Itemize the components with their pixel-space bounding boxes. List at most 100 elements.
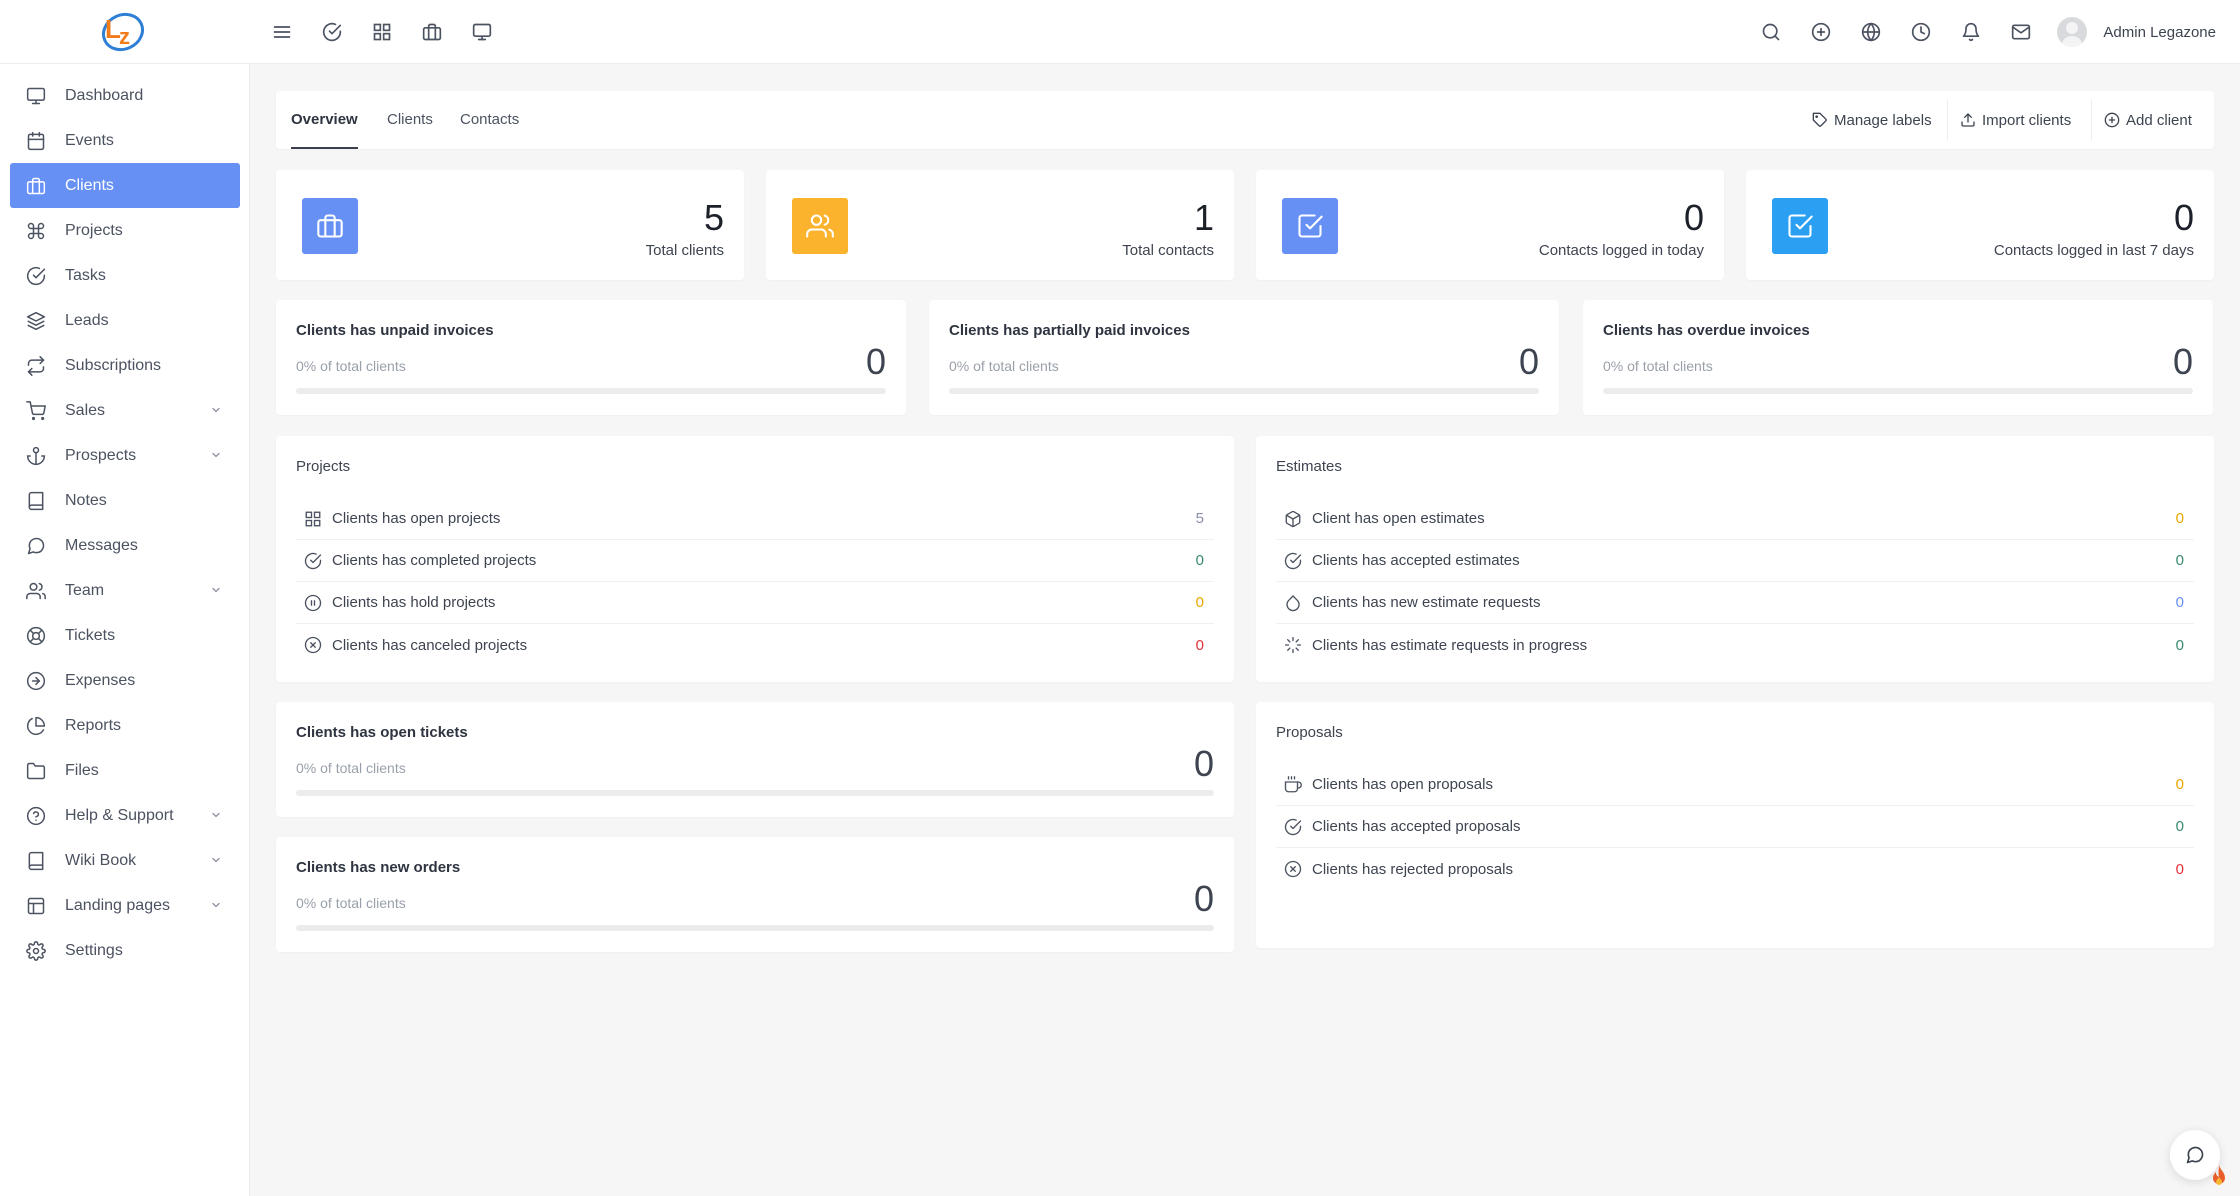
add-client-button[interactable]: Add client (2100, 105, 2196, 135)
list-item-value: 0 (2175, 552, 2184, 569)
sidebar: Dashboard Events Clients Projects Tasks … (0, 64, 250, 1196)
open-tickets-card[interactable]: Clients has open tickets 0% of total cli… (276, 702, 1234, 817)
svg-text:z: z (119, 24, 130, 49)
card-subtitle: 0% of total clients (296, 358, 406, 374)
sidebar-item-reports[interactable]: Reports (10, 703, 240, 748)
new-orders-card[interactable]: Clients has new orders 0% of total clien… (276, 837, 1234, 952)
proposals-panel: Proposals Clients has open proposals 0 C… (1256, 702, 2214, 948)
tab-clients[interactable]: Clients (387, 91, 433, 149)
list-item[interactable]: Clients has accepted estimates 0 (1276, 540, 2194, 582)
flame-icon[interactable] (2206, 1163, 2232, 1191)
progress-bar (296, 790, 1214, 796)
sidebar-item-team[interactable]: Team (10, 568, 240, 613)
stat-label: Contacts logged in today (1538, 242, 1704, 259)
card-title: Clients has unpaid invoices (296, 322, 494, 339)
sidebar-item-messages[interactable]: Messages (10, 523, 240, 568)
progress-bar (949, 388, 1539, 394)
sidebar-item-label: Landing pages (65, 896, 170, 914)
sidebar-item-subscriptions[interactable]: Subscriptions (10, 343, 240, 388)
sidebar-item-notes[interactable]: Notes (10, 478, 240, 523)
plus-circle-icon[interactable] (1808, 19, 1834, 45)
sidebar-item-dashboard[interactable]: Dashboard (10, 73, 240, 118)
sidebar-item-sales[interactable]: Sales (10, 388, 240, 433)
box-icon (1284, 510, 1302, 528)
logo[interactable]: L z (98, 8, 148, 54)
grid-icon[interactable] (369, 19, 395, 45)
list-item-label: Clients has open proposals (1312, 776, 1493, 793)
stat-card-total-clients[interactable]: 5 Total clients (276, 170, 744, 280)
check-circle-icon (1284, 552, 1302, 570)
settings-icon (25, 940, 47, 962)
sidebar-item-landing-pages[interactable]: Landing pages (10, 883, 240, 928)
command-icon (25, 220, 47, 242)
repeat-icon (25, 355, 47, 377)
list-item[interactable]: Clients has open projects 5 (296, 498, 1214, 540)
add-client-label: Add client (2126, 111, 2192, 129)
list-item[interactable]: Clients has rejected proposals 0 (1276, 848, 2194, 890)
users-icon (792, 198, 848, 254)
list-item[interactable]: Clients has hold projects 0 (296, 582, 1214, 624)
card-value: 0 (1193, 878, 1214, 919)
user-menu[interactable]: Admin Legazone (2057, 16, 2216, 48)
import-clients-button[interactable]: Import clients (1956, 105, 2075, 135)
sidebar-item-projects[interactable]: Projects (10, 208, 240, 253)
sidebar-item-leads[interactable]: Leads (10, 298, 240, 343)
monitor-icon[interactable] (469, 19, 495, 45)
message-circle-icon (25, 535, 47, 557)
sidebar-item-label: Clients (65, 176, 114, 194)
list-item-value: 0 (2175, 636, 2184, 654)
card-subtitle: 0% of total clients (1603, 358, 1713, 374)
sidebar-item-tasks[interactable]: Tasks (10, 253, 240, 298)
list-item[interactable]: Clients has canceled projects 0 (296, 624, 1214, 666)
check-circle-icon[interactable] (319, 19, 345, 45)
grid-icon (304, 510, 322, 528)
globe-icon[interactable] (1858, 19, 1884, 45)
stat-card-contacts-today[interactable]: 0 Contacts logged in today (1256, 170, 1724, 280)
stat-card-total-contacts[interactable]: 1 Total contacts (766, 170, 1234, 280)
briefcase-icon[interactable] (419, 19, 445, 45)
list-item-value: 0 (2175, 860, 2184, 878)
coffee-icon (1284, 775, 1302, 794)
stat-card-contacts-7-days[interactable]: 0 Contacts logged in last 7 days (1746, 170, 2214, 280)
sidebar-item-expenses[interactable]: Expenses (10, 658, 240, 703)
list-item[interactable]: Clients has new estimate requests 0 (1276, 582, 2194, 624)
manage-labels-button[interactable]: Manage labels (1808, 105, 1936, 135)
mail-icon[interactable] (2008, 19, 2034, 45)
sidebar-item-clients[interactable]: Clients (10, 163, 240, 208)
sidebar-item-tickets[interactable]: Tickets (10, 613, 240, 658)
sidebar-item-files[interactable]: Files (10, 748, 240, 793)
card-value: 0 (2172, 341, 2193, 382)
progress-bar (1603, 388, 2193, 394)
stat-value: 5 (703, 197, 724, 238)
list-item[interactable]: Clients has accepted proposals 0 (1276, 806, 2194, 848)
tab-overview[interactable]: Overview (291, 91, 358, 149)
sidebar-item-events[interactable]: Events (10, 118, 240, 163)
unpaid-invoices-card[interactable]: Clients has unpaid invoices 0% of total … (276, 300, 906, 415)
list-item[interactable]: Clients has estimate requests in progres… (1276, 624, 2194, 666)
sidebar-item-prospects[interactable]: Prospects (10, 433, 240, 478)
briefcase-icon (302, 198, 358, 254)
briefcase-icon (25, 175, 47, 197)
partially-paid-invoices-card[interactable]: Clients has partially paid invoices 0% o… (929, 300, 1559, 415)
chevron-down-icon (210, 584, 222, 596)
search-icon[interactable] (1758, 19, 1784, 45)
import-clients-label: Import clients (1982, 111, 2072, 129)
menu-icon[interactable] (269, 19, 295, 45)
sidebar-item-label: Tickets (65, 626, 116, 644)
tab-contacts[interactable]: Contacts (460, 91, 519, 149)
chevron-down-icon (210, 809, 222, 821)
list-item[interactable]: Clients has open proposals 0 (1276, 764, 2194, 806)
list-item[interactable]: Clients has completed projects 0 (296, 540, 1214, 582)
bell-icon[interactable] (1958, 19, 1984, 45)
sidebar-item-label: Leads (65, 311, 109, 329)
clock-icon[interactable] (1908, 19, 1934, 45)
sidebar-item-help-support[interactable]: Help & Support (10, 793, 240, 838)
sidebar-item-label: Projects (65, 221, 123, 239)
sidebar-item-wiki-book[interactable]: Wiki Book (10, 838, 240, 883)
list-item-value: 0 (1195, 636, 1204, 654)
check-circle-icon (25, 265, 47, 287)
list-item[interactable]: Client has open estimates 0 (1276, 498, 2194, 540)
overdue-invoices-card[interactable]: Clients has overdue invoices 0% of total… (1583, 300, 2213, 415)
sidebar-item-settings[interactable]: Settings (10, 928, 240, 973)
list-item-label: Clients has completed projects (332, 552, 537, 569)
